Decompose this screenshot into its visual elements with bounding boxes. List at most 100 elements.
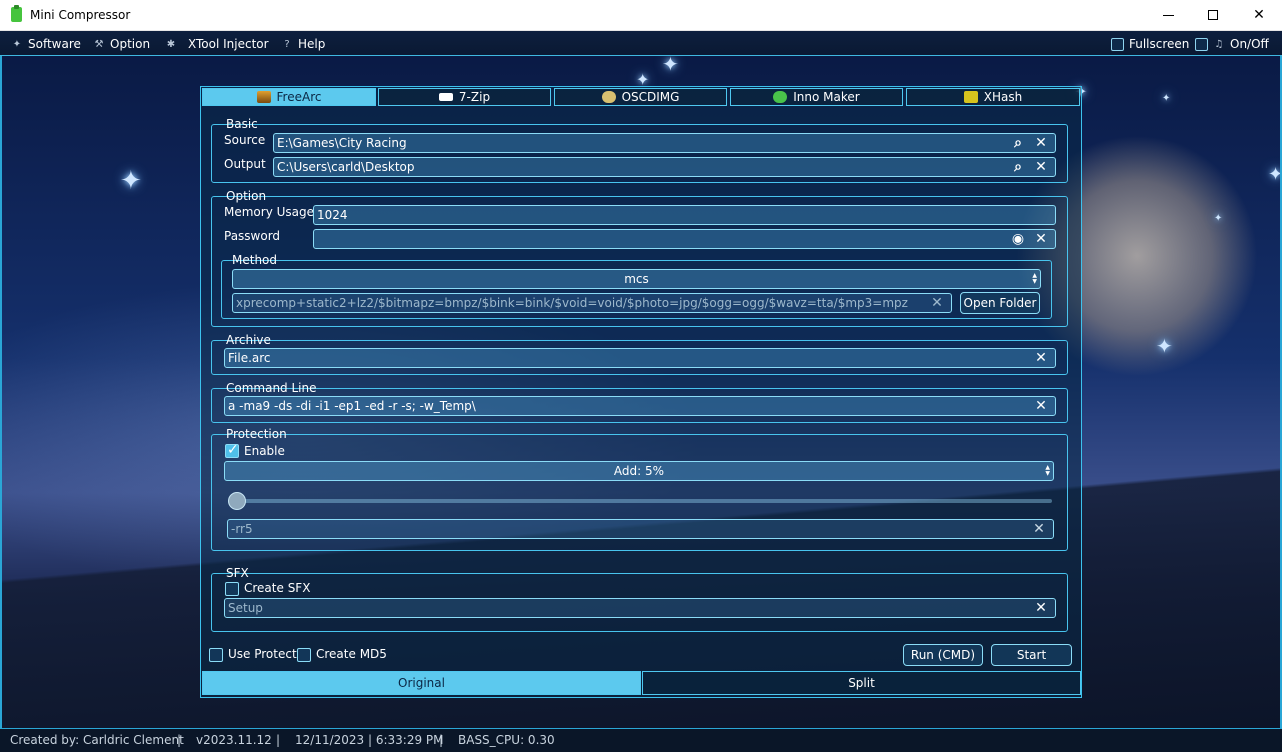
search-icon[interactable]: ⌕ xyxy=(1011,135,1025,151)
menu-software-label: Software xyxy=(28,37,81,51)
menu-help-label: Help xyxy=(298,37,326,51)
minimize-icon xyxy=(1162,14,1174,16)
star-icon: ✦ xyxy=(1268,164,1282,185)
method-params-input[interactable]: xprecomp+static2+lz2/$bitmapz=bmpz/$bink… xyxy=(232,293,952,313)
tab-7zip[interactable]: 7-Zip xyxy=(378,88,551,106)
memory-usage-value: 1024 xyxy=(317,208,348,222)
clear-icon[interactable]: ✕ xyxy=(1032,521,1046,537)
archive-legend: Archive xyxy=(226,333,271,347)
fullscreen-label: Fullscreen xyxy=(1129,37,1190,51)
run-cmd-label: Run (CMD) xyxy=(910,648,976,662)
7zip-icon xyxy=(438,93,453,101)
enable-label: Enable xyxy=(244,444,285,458)
protection-param-value: -rr5 xyxy=(231,522,253,536)
open-folder-button[interactable]: Open Folder xyxy=(960,292,1040,314)
onoff-checkbox[interactable] xyxy=(1195,37,1208,51)
clear-icon[interactable]: ✕ xyxy=(1034,135,1048,151)
basic-group: Basic Source E:\Games\City Racing ⌕ ✕ Ou… xyxy=(211,117,1068,183)
star-icon: ✦ xyxy=(662,56,679,76)
tab-split[interactable]: Split xyxy=(642,671,1081,695)
status-bass-cpu: BASS_CPU: 0.30 xyxy=(458,733,555,747)
fullscreen-checkbox[interactable] xyxy=(1111,37,1124,51)
password-input[interactable]: ◉ ✕ xyxy=(313,229,1056,249)
method-selected: mcs xyxy=(624,272,649,286)
onoff-label: On/Off xyxy=(1230,37,1269,51)
inno-icon xyxy=(773,91,788,103)
clear-icon[interactable]: ✕ xyxy=(1034,231,1048,247)
clear-icon[interactable]: ✕ xyxy=(1034,350,1048,366)
tab-freearc-label: FreeArc xyxy=(276,90,322,104)
clear-icon[interactable]: ✕ xyxy=(1034,398,1048,414)
run-cmd-button[interactable]: Run (CMD) xyxy=(903,644,983,666)
enable-checkbox[interactable] xyxy=(225,442,239,458)
menu-option[interactable]: ⚒ Option xyxy=(93,36,151,52)
create-md5-checkbox[interactable] xyxy=(297,648,311,662)
sfx-input[interactable]: Setup ✕ xyxy=(224,598,1056,618)
main-panel: FreeArc 7-Zip OSCDIMG Inno Maker XHash B… xyxy=(200,86,1082,698)
menu-xtool-injector[interactable]: ✱ XTool Injector xyxy=(165,36,269,52)
bug-icon: ✱ xyxy=(166,38,176,50)
title-bar: Mini Compressor ✕ xyxy=(0,0,1282,31)
tab-freearc[interactable]: FreeArc xyxy=(202,88,376,106)
clear-icon[interactable]: ✕ xyxy=(1034,600,1048,616)
command-line-input[interactable]: a -ma9 -ds -di -i1 -ep1 -ed -r -s; -w_Te… xyxy=(224,396,1056,416)
menu-option-label: Option xyxy=(110,37,151,51)
source-label: Source xyxy=(224,133,266,147)
output-input[interactable]: C:\Users\carld\Desktop ⌕ ✕ xyxy=(273,157,1056,177)
start-button[interactable]: Start xyxy=(991,644,1072,666)
create-sfx-checkbox[interactable] xyxy=(225,582,239,596)
memory-usage-input[interactable]: 1024 xyxy=(313,205,1056,225)
minimize-button[interactable] xyxy=(1145,0,1191,30)
tab-xhash[interactable]: XHash xyxy=(906,88,1080,106)
use-protect-checkbox[interactable] xyxy=(209,648,223,662)
start-label: Start xyxy=(1016,648,1047,662)
maximize-button[interactable] xyxy=(1190,0,1236,30)
archive-input[interactable]: File.arc ✕ xyxy=(224,348,1056,368)
method-select[interactable]: mcs ▲ ▼ xyxy=(232,269,1041,289)
status-author: Created by: Carldric Clement xyxy=(10,733,184,747)
tab-7zip-label: 7-Zip xyxy=(458,90,491,104)
status-separator: | xyxy=(276,733,281,747)
question-icon: ? xyxy=(284,38,290,50)
menu-bar: ✦ Software ⚒ Option ✱ XTool Injector ? H… xyxy=(0,31,1282,56)
open-folder-label: Open Folder xyxy=(963,296,1037,310)
status-version: v2023.11.12 xyxy=(196,733,272,747)
tab-original[interactable]: Original xyxy=(202,671,641,695)
menu-help[interactable]: ? Help xyxy=(281,36,325,52)
status-bar: Created by: Carldric Clement | v2023.11.… xyxy=(0,728,1282,752)
tab-oscdimg[interactable]: OSCDIMG xyxy=(554,88,727,106)
close-button[interactable]: ✕ xyxy=(1236,0,1282,30)
protection-legend: Protection xyxy=(226,427,287,441)
fullscreen-toggle[interactable]: Fullscreen xyxy=(1111,36,1189,52)
search-icon[interactable]: ⌕ xyxy=(1011,159,1025,175)
xhash-icon xyxy=(963,91,978,103)
headphones-icon: ♫ xyxy=(1214,38,1224,50)
source-input[interactable]: E:\Games\City Racing ⌕ ✕ xyxy=(273,133,1056,153)
hammer-icon: ⚒ xyxy=(94,38,104,50)
disc-icon xyxy=(601,91,616,103)
sfx-placeholder: Setup xyxy=(228,601,263,615)
protection-select[interactable]: Add: 5% ▲ ▼ xyxy=(224,461,1054,481)
clear-icon[interactable]: ✕ xyxy=(930,295,944,311)
star-icon: ✦ xyxy=(120,166,142,196)
tab-oscdimg-label: OSCDIMG xyxy=(621,90,680,104)
protection-slider-track[interactable] xyxy=(236,499,1052,503)
protection-param-input[interactable]: -rr5 ✕ xyxy=(227,519,1054,539)
command-line-value: a -ma9 -ds -di -i1 -ep1 -ed -r -s; -w_Te… xyxy=(228,399,476,413)
archive-value: File.arc xyxy=(228,351,271,365)
protection-group: Protection Enable Add: 5% ▲▼ -rr5 ✕ xyxy=(211,427,1068,551)
protection-slider-thumb[interactable] xyxy=(228,492,246,510)
onoff-toggle[interactable]: ♫ On/Off xyxy=(1195,36,1269,52)
eye-icon[interactable]: ◉ xyxy=(1011,231,1025,247)
option-group: Option Memory Usage 1024 Password ◉ ✕ Me… xyxy=(211,189,1068,327)
freearc-icon xyxy=(256,91,271,103)
password-label: Password xyxy=(224,229,281,243)
method-group: Method mcs ▲ ▼ xprecomp+static2+lz2/$bitm… xyxy=(221,253,1052,319)
command-line-legend: Command Line xyxy=(226,381,317,395)
source-value: E:\Games\City Racing xyxy=(277,136,407,150)
tab-inno-maker[interactable]: Inno Maker xyxy=(730,88,903,106)
tab-original-label: Original xyxy=(398,676,445,690)
menu-software[interactable]: ✦ Software xyxy=(11,36,81,52)
maximize-icon xyxy=(1208,10,1218,20)
clear-icon[interactable]: ✕ xyxy=(1034,159,1048,175)
